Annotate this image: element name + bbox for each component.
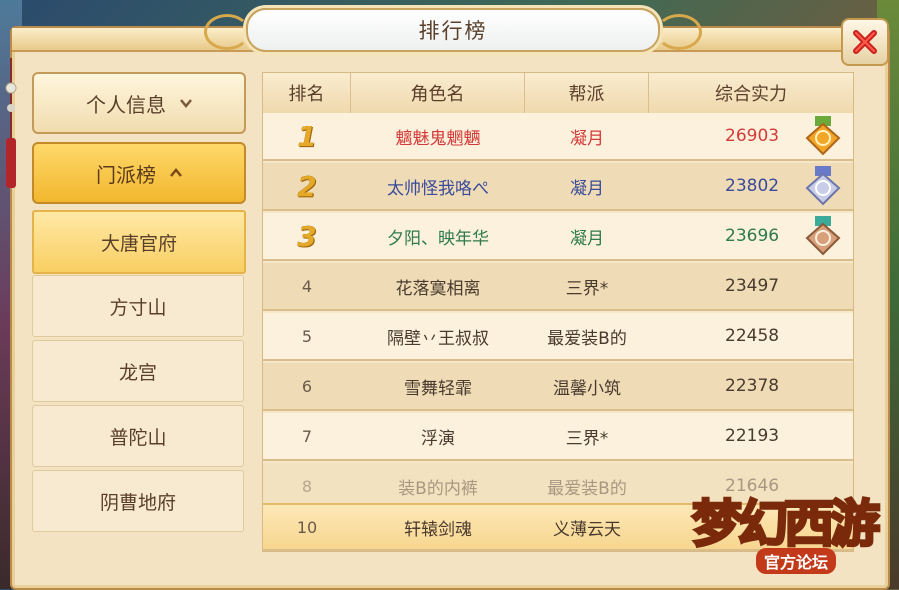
silver-medal-icon xyxy=(805,166,841,206)
title-swirl-left xyxy=(204,14,250,50)
player-name: 夕阳、映年华 xyxy=(387,228,489,249)
player-name: 太帅怪我咯ぺ xyxy=(387,178,489,199)
school-item-label: 龙宫 xyxy=(118,361,157,384)
personal-info-button[interactable]: 个人信息 xyxy=(32,72,246,134)
guild-name: 三界* xyxy=(565,428,609,449)
bronze-medal-icon xyxy=(805,216,841,256)
power-value: 23696 xyxy=(725,226,780,246)
guild-name: 三界* xyxy=(565,278,609,299)
guild-name: 凝月 xyxy=(570,128,604,149)
player-name: 魑魅鬼魍魉 xyxy=(395,128,481,149)
power-value: 23497 xyxy=(725,276,780,296)
school-item-yincao[interactable]: 阴曹地府 xyxy=(32,470,244,532)
title-swirl-right xyxy=(656,14,702,50)
table-row[interactable]: 1 魑魅鬼魍魉 凝月 26903 xyxy=(263,113,853,161)
logo-main-text: 梦幻西游 xyxy=(691,494,882,555)
school-item-longgong[interactable]: 龙宫 xyxy=(32,340,244,402)
power-value: 22378 xyxy=(725,376,780,396)
logo-sub-text: 官方论坛 xyxy=(756,548,837,574)
power-cell: 26903 xyxy=(649,112,853,160)
table-row[interactable]: 7 浮演 三界* 22193 xyxy=(263,413,853,461)
guild-name: 凝月 xyxy=(570,228,604,249)
player-name: 花落寞相离 xyxy=(395,278,481,299)
table-row[interactable]: 6 雪舞轻霏 温馨小筑 22378 xyxy=(263,363,853,411)
power-cell: 23802 xyxy=(649,162,853,210)
window-title: 排行榜 xyxy=(418,19,488,43)
chevron-down-icon xyxy=(180,99,192,108)
power-cell: 22458 xyxy=(649,312,853,360)
rank-value: 7 xyxy=(301,426,313,446)
player-name: 轩辕剑魂 xyxy=(404,519,472,540)
guild-name: 义薄云天 xyxy=(553,519,621,540)
window-title-plate: 排行榜 xyxy=(204,8,702,52)
power-cell: 22378 xyxy=(649,362,853,410)
guild-name: 凝月 xyxy=(570,178,604,199)
power-value: 22193 xyxy=(725,426,780,446)
rank-value: 6 xyxy=(301,376,313,396)
school-item-label: 阴曹地府 xyxy=(99,491,176,514)
player-name: 雪舞轻霏 xyxy=(404,378,472,399)
tassel-ornament xyxy=(5,58,17,188)
guild-name: 温馨小筑 xyxy=(553,378,621,399)
rank-value: 3 xyxy=(297,219,317,253)
rank-value: 4 xyxy=(301,276,313,296)
header-power: 综合实力 xyxy=(715,84,787,105)
table-row[interactable]: 2 太帅怪我咯ぺ 凝月 23802 xyxy=(263,163,853,211)
header-name: 角色名 xyxy=(351,73,525,113)
power-value: 26903 xyxy=(725,126,780,146)
power-value: 22458 xyxy=(725,326,780,346)
category-sidebar: 个人信息 门派榜 大唐官府 方寸山 龙宫 普陀山 阴曹地府 xyxy=(26,66,250,550)
game-forum-logo: 梦幻西游 官方论坛 xyxy=(691,480,892,580)
guild-name: 最爱装B的 xyxy=(547,328,627,349)
header-rank: 排名 xyxy=(263,73,351,113)
gold-medal-icon xyxy=(805,116,841,156)
close-button[interactable] xyxy=(841,18,889,66)
school-item-fangcun[interactable]: 方寸山 xyxy=(32,275,244,337)
power-cell: 23497 xyxy=(649,262,853,310)
player-name: 隔壁丷王叔叔 xyxy=(387,328,489,349)
power-cell: 23696 xyxy=(649,212,853,260)
school-ranking-label: 门派榜 xyxy=(96,162,156,187)
school-item-label: 方寸山 xyxy=(109,296,167,319)
school-item-label: 普陀山 xyxy=(109,426,167,449)
table-header: 排名 角色名 帮派 综合实力 xyxy=(263,73,853,115)
school-item-datang[interactable]: 大唐官府 xyxy=(32,210,246,274)
school-item-label: 大唐官府 xyxy=(100,232,177,255)
header-guild: 帮派 xyxy=(525,73,649,113)
table-row[interactable]: 5 隔壁丷王叔叔 最爱装B的 22458 xyxy=(263,313,853,361)
table-row[interactable]: 4 花落寞相离 三界* 23497 xyxy=(263,263,853,311)
rank-value: 2 xyxy=(297,169,317,203)
power-cell: 22193 xyxy=(649,412,853,460)
chevron-up-icon xyxy=(170,168,182,177)
school-ranking-button[interactable]: 门派榜 xyxy=(32,142,246,204)
rank-value: 5 xyxy=(301,326,313,346)
player-name: 浮演 xyxy=(421,428,455,449)
rank-value: 10 xyxy=(296,517,318,537)
close-icon xyxy=(853,30,877,54)
school-item-putuo[interactable]: 普陀山 xyxy=(32,405,244,467)
rank-value: 1 xyxy=(297,119,317,153)
personal-info-label: 个人信息 xyxy=(86,92,166,117)
power-value: 23802 xyxy=(725,176,780,196)
table-row[interactable]: 3 夕阳、映年华 凝月 23696 xyxy=(263,213,853,261)
